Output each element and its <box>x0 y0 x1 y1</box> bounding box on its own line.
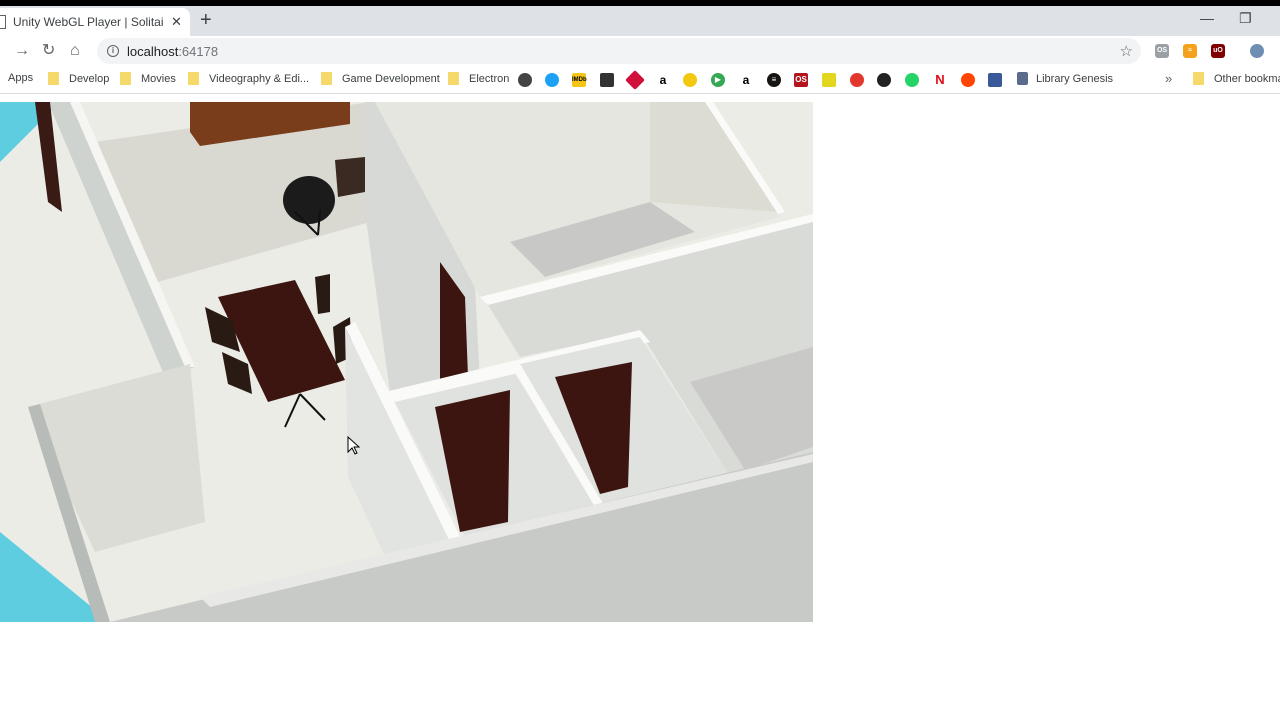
home-icon[interactable]: ⌂ <box>70 42 80 60</box>
bookmark-favicon-icon[interactable] <box>600 73 614 87</box>
bookmarks-overflow-chevron-icon[interactable]: » <box>1165 71 1172 86</box>
bookmark-favicon-icon[interactable] <box>518 73 532 87</box>
bookmark-movies[interactable]: Movies <box>120 72 176 85</box>
os-extension-icon[interactable]: OS <box>1155 44 1169 58</box>
browser-tab[interactable]: Unity WebGL Player | Solitaire AR ✕ <box>0 8 190 36</box>
url-text: localhost:64178 <box>127 43 219 59</box>
tab-strip: Unity WebGL Player | Solitaire AR ✕ + — … <box>0 6 1280 36</box>
amazon-icon[interactable]: a <box>656 73 670 87</box>
bookmark-other[interactable]: Other bookma <box>1193 72 1280 85</box>
bookmark-electron[interactable]: Electron <box>448 72 509 85</box>
tab-favicon-icon <box>0 15 6 29</box>
site-info-icon[interactable]: i <box>107 45 119 57</box>
bookmark-star-icon[interactable]: ☆ <box>1120 42 1133 60</box>
browser-toolbar: → ↻ ⌂ i localhost:64178 ☆ OS ≈ uO <box>0 36 1280 66</box>
imdb-icon[interactable]: IMDb <box>572 73 587 87</box>
tab-title: Unity WebGL Player | Solitaire AR <box>13 15 163 29</box>
reload-icon[interactable]: ↻ <box>42 42 55 60</box>
whatsapp-icon[interactable] <box>905 73 919 87</box>
library-icon <box>1017 72 1028 85</box>
folder-icon <box>321 72 332 85</box>
bookmark-favicon-icon[interactable] <box>877 73 891 87</box>
back-arrow-icon[interactable]: → <box>14 42 30 60</box>
address-bar[interactable]: i localhost:64178 ☆ <box>97 38 1141 64</box>
bookmark-favicon-icon[interactable] <box>822 73 836 87</box>
folder-icon <box>188 72 199 85</box>
play-icon[interactable]: ▶ <box>711 73 725 87</box>
rss-extension-icon[interactable]: ≈ <box>1183 44 1197 58</box>
bookmark-favicon-icon[interactable] <box>545 73 559 87</box>
bookmark-game-development[interactable]: Game Development <box>321 72 440 85</box>
bookmark-videography[interactable]: Videography & Edi... <box>188 72 309 85</box>
bookmark-library-genesis[interactable]: Library Genesis <box>1017 72 1113 85</box>
side-chair <box>335 157 365 197</box>
reddit-icon[interactable] <box>961 73 975 87</box>
restore-button[interactable]: ❐ <box>1239 10 1252 27</box>
unity-webgl-canvas[interactable] <box>0 102 813 622</box>
folder-icon <box>1193 72 1204 85</box>
folder-icon <box>120 72 131 85</box>
coffee-table <box>283 176 335 224</box>
bookmark-favicon-icon[interactable] <box>683 73 697 87</box>
spotify-icon[interactable]: ≡ <box>767 73 781 87</box>
tab-close-icon[interactable]: ✕ <box>171 14 182 30</box>
os-icon[interactable]: OS <box>794 73 808 87</box>
bookmark-favicon-icon[interactable] <box>850 73 864 87</box>
bookmark-favicon-icon[interactable] <box>988 73 1002 87</box>
profile-avatar[interactable] <box>1250 44 1264 58</box>
folder-icon <box>48 72 59 85</box>
ublock-extension-icon[interactable]: uO <box>1211 44 1225 58</box>
apps-shortcut[interactable]: Apps <box>8 72 33 84</box>
bookmark-favicon-icon[interactable] <box>625 70 645 90</box>
amazon-icon[interactable]: a <box>739 73 753 87</box>
minimize-button[interactable]: — <box>1200 10 1214 26</box>
folder-icon <box>448 72 459 85</box>
floor-plan-render <box>0 102 813 622</box>
bookmarks-bar: Apps Develop Movies Videography & Edi...… <box>0 66 1280 94</box>
bookmark-develop[interactable]: Develop <box>48 72 109 85</box>
new-tab-button[interactable]: + <box>200 10 212 30</box>
netflix-icon[interactable]: N <box>933 73 947 87</box>
